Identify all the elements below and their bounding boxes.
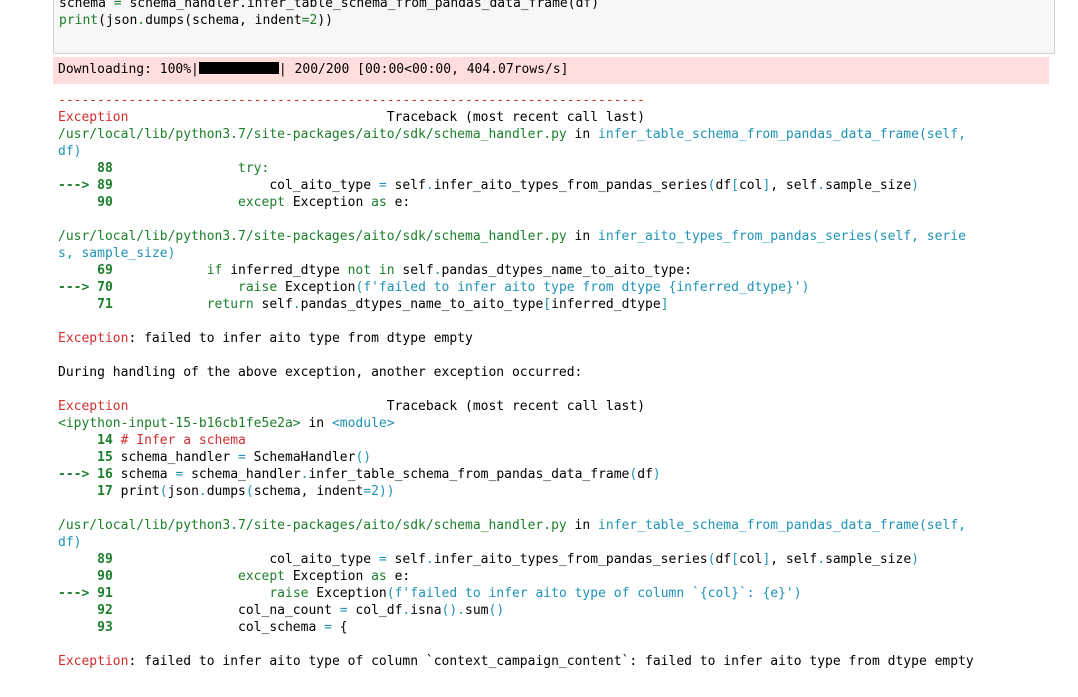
frame-3-line-14: 14 # Infer a schema bbox=[58, 433, 246, 448]
traceback-separator: ----------------------------------------… bbox=[58, 93, 645, 108]
code-line-2: print(json.dumps(schema, indent=2)) bbox=[59, 13, 333, 28]
frame-4-line-93: 93 col_schema = { bbox=[58, 620, 348, 635]
frame-4-location-cont: df) bbox=[58, 535, 82, 550]
frame-1-location: /usr/local/lib/python3.7/site-packages/a… bbox=[58, 127, 966, 142]
frame-4-location: /usr/local/lib/python3.7/site-packages/a… bbox=[58, 518, 966, 533]
frame-4-line-89: 89 col_aito_type = self.infer_aito_types… bbox=[58, 552, 919, 567]
traceback-header-1: Exception Traceback (most recent call la… bbox=[58, 110, 646, 125]
exception-message-1: Exception: failed to infer aito type fro… bbox=[58, 331, 473, 346]
frame-1-line-88: 88 try: bbox=[58, 161, 270, 176]
frame-3-line-15: 15 schema_handler = SchemaHandler() bbox=[58, 450, 372, 465]
traceback-header-2: Exception Traceback (most recent call la… bbox=[58, 399, 646, 414]
frame-3-location: <ipython-input-15-b16cb1fe5e2a> in <modu… bbox=[58, 416, 395, 431]
frame-2-line-70: ---> 70 raise Exception(f'failed to infe… bbox=[58, 280, 810, 295]
frame-2-location: /usr/local/lib/python3.7/site-packages/a… bbox=[58, 229, 966, 244]
frame-3-line-17: 17 print(json.dumps(schema, indent=2)) bbox=[58, 484, 395, 499]
frame-1-location-cont: df) bbox=[58, 144, 82, 159]
frame-2-line-69: 69 if inferred_dtype not in self.pandas_… bbox=[58, 263, 692, 278]
code-line-1: schema = schema_handler.infer_table_sche… bbox=[59, 0, 600, 11]
exception-message-2: Exception: failed to infer aito type of … bbox=[58, 654, 974, 669]
progress-bar-fill bbox=[198, 62, 279, 74]
frame-1-line-89: ---> 89 col_aito_type = self.infer_aito_… bbox=[58, 178, 919, 193]
during-handling-text: During handling of the above exception, … bbox=[58, 365, 583, 380]
stderr-output: Downloading: 100%| | 200/200 [00:00<00:00… bbox=[53, 57, 1049, 84]
frame-4-line-92: 92 col_na_count = col_df.isna().sum() bbox=[58, 603, 505, 618]
frame-1-line-90: 90 except Exception as e: bbox=[58, 195, 411, 210]
frame-2-line-71: 71 return self.pandas_dtypes_name_to_ait… bbox=[58, 297, 669, 312]
code-input-cell[interactable]: schema = schema_handler.infer_table_sche… bbox=[53, 0, 1055, 54]
download-progress-text: Downloading: 100%| | 200/200 [00:00<00:00… bbox=[58, 62, 569, 77]
frame-4-line-91: ---> 91 raise Exception(f'failed to infe… bbox=[58, 586, 802, 601]
frame-4-line-90: 90 except Exception as e: bbox=[58, 569, 411, 584]
frame-2-location-cont: s, sample_size) bbox=[58, 246, 176, 261]
frame-3-line-16: ---> 16 schema = schema_handler.infer_ta… bbox=[58, 467, 661, 482]
